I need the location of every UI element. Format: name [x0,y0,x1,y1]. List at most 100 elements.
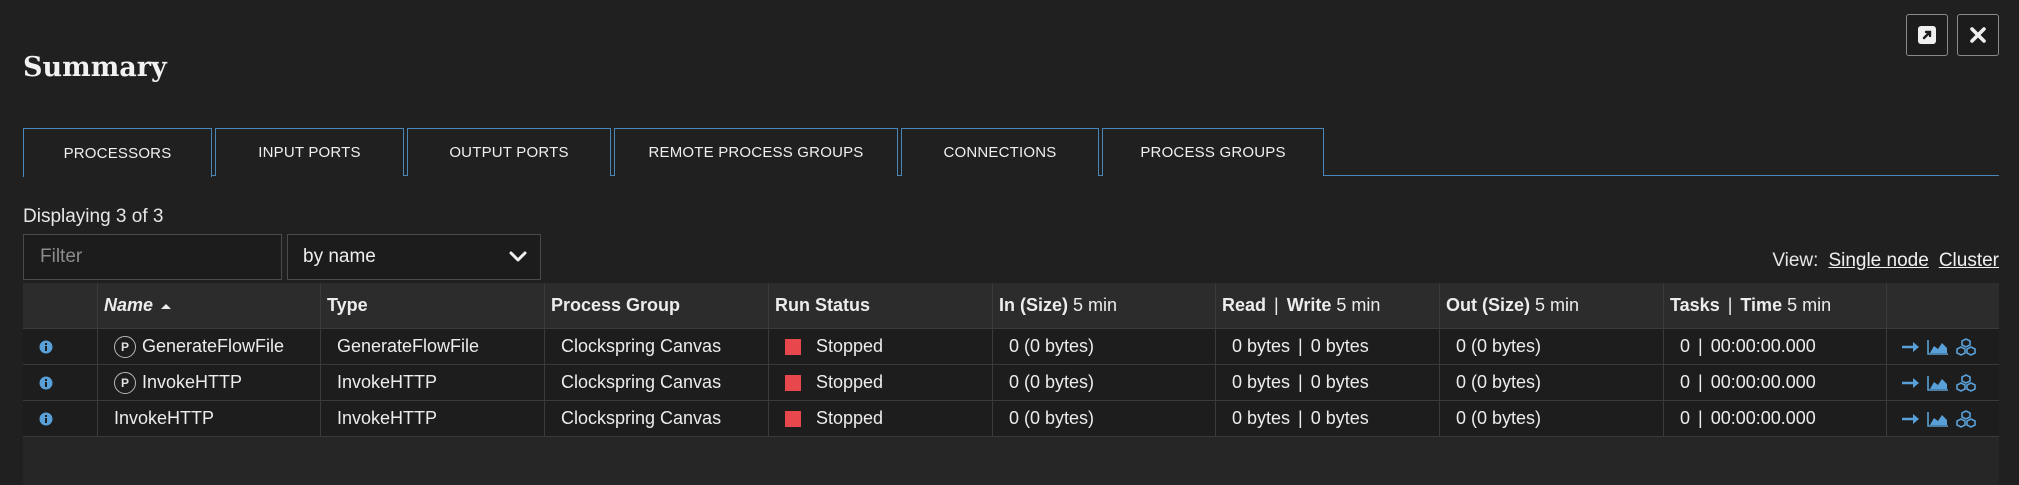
tasks-value: 0 [1680,372,1691,392]
table-header: Name Type Process Group Run Status In (S… [23,283,1999,329]
header-name[interactable]: Name [98,283,321,328]
status-history-icon[interactable] [1927,375,1949,391]
name-cell: P GenerateFlowFile [98,329,321,364]
out-cell: 0 (0 bytes) [1440,365,1664,400]
read-write-cell: 0 bytes | 0 bytes [1216,329,1440,364]
header-in[interactable]: In (Size) 5 min [993,283,1216,328]
header-in-label: In (Size) [999,295,1069,315]
run-status-text: Stopped [816,408,884,428]
header-process-group-label: Process Group [551,295,681,315]
write-value: 0 bytes [1310,336,1369,356]
name-cell: P InvokeHTTP [98,365,321,400]
status-history-icon[interactable] [1927,411,1949,427]
tasks-time-cell: 0 | 00:00:00.000 [1664,329,1887,364]
tab-output-ports[interactable]: OUTPUT PORTS [407,128,611,176]
process-group-cell: Clockspring Canvas [545,329,769,364]
header-info [23,283,98,328]
time-value: 00:00:00.000 [1710,372,1816,392]
cluster-link[interactable]: Cluster [1939,250,1999,272]
time-value: 00:00:00.000 [1710,336,1816,356]
run-status-cell: Stopped [769,401,993,436]
header-tasks-time[interactable]: Tasks | Time 5 min [1664,283,1887,328]
rw-separator: | [1298,336,1303,356]
stopped-icon [785,338,801,355]
header-type-label: Type [327,295,368,315]
info-cell [23,401,98,436]
filter-by-select[interactable]: by name [287,234,541,280]
stopped-icon [785,410,801,427]
tab-processors[interactable]: PROCESSORS [23,128,212,177]
processor-badge: P [114,371,136,394]
popout-icon [1918,26,1936,44]
goto-arrow-icon[interactable] [1901,340,1921,354]
header-read-write[interactable]: Read | Write 5 min [1216,283,1440,328]
tasks-time-cell: 0 | 00:00:00.000 [1664,365,1887,400]
run-status-text: Stopped [816,372,884,392]
processor-name: InvokeHTTP [142,372,243,392]
time-value: 00:00:00.000 [1710,408,1816,428]
tab-input-ports[interactable]: INPUT PORTS [215,128,404,176]
filter-by-value: by name [303,246,376,267]
table-row[interactable]: P GenerateFlowFile GenerateFlowFile Cloc… [23,329,1999,365]
read-value: 0 bytes [1232,372,1291,392]
goto-arrow-icon[interactable] [1901,412,1921,426]
cluster-nodes-icon[interactable] [1955,409,1977,428]
header-out-label: Out (Size) [1446,295,1530,315]
sort-asc-icon [161,303,172,309]
header-run-status[interactable]: Run Status [769,283,993,328]
in-cell: 0 (0 bytes) [993,401,1216,436]
in-cell: 0 (0 bytes) [993,365,1216,400]
read-write-cell: 0 bytes | 0 bytes [1216,401,1440,436]
header-type[interactable]: Type [321,283,545,328]
popout-button[interactable] [1906,14,1948,56]
filter-input[interactable] [23,234,282,280]
header-process-group[interactable]: Process Group [545,283,769,328]
header-read-label: Read [1222,295,1267,315]
type-cell: GenerateFlowFile [321,329,545,364]
processor-name: GenerateFlowFile [142,336,285,356]
processor-name: InvokeHTTP [114,408,215,428]
info-cell [23,365,98,400]
tasks-value: 0 [1680,408,1691,428]
tt-separator: | [1698,408,1703,428]
header-rw-window: 5 min [1336,295,1381,315]
goto-arrow-icon[interactable] [1901,376,1921,390]
process-group-cell: Clockspring Canvas [545,401,769,436]
tab-process-groups[interactable]: PROCESS GROUPS [1102,128,1324,176]
cluster-nodes-icon[interactable] [1955,373,1977,392]
tab-remote-process-groups[interactable]: REMOTE PROCESS GROUPS [614,128,898,176]
close-icon [1970,27,1986,43]
header-time-label: Time [1740,295,1783,315]
table-row[interactable]: InvokeHTTP InvokeHTTP Clockspring Canvas… [23,401,1999,437]
info-icon[interactable] [39,412,53,426]
header-actions [1887,283,1999,328]
tab-connections[interactable]: CONNECTIONS [901,128,1099,176]
page-title: Summary [23,52,167,83]
actions-cell [1887,329,1999,364]
info-icon[interactable] [39,376,53,390]
processor-badge: P [114,335,136,358]
cluster-nodes-icon[interactable] [1955,337,1977,356]
close-button[interactable] [1957,14,1999,56]
header-in-window: 5 min [1073,295,1118,315]
header-name-label: Name [104,295,154,315]
type-cell: InvokeHTTP [321,365,545,400]
table-row[interactable]: P InvokeHTTP InvokeHTTP Clockspring Canv… [23,365,1999,401]
actions-cell [1887,365,1999,400]
out-cell: 0 (0 bytes) [1440,401,1664,436]
stopped-icon [785,374,801,391]
view-selector: View: Single node Cluster [1772,250,1999,272]
header-out[interactable]: Out (Size) 5 min [1440,283,1664,328]
header-out-window: 5 min [1535,295,1580,315]
chevron-down-icon [509,251,527,262]
single-node-link[interactable]: Single node [1828,250,1928,272]
info-cell [23,329,98,364]
processors-table: Name Type Process Group Run Status In (S… [23,283,1999,485]
read-value: 0 bytes [1232,408,1291,428]
info-icon[interactable] [39,340,53,354]
run-status-cell: Stopped [769,329,993,364]
type-cell: InvokeHTTP [321,401,545,436]
status-history-icon[interactable] [1927,339,1949,355]
out-cell: 0 (0 bytes) [1440,329,1664,364]
tasks-value: 0 [1680,336,1691,356]
